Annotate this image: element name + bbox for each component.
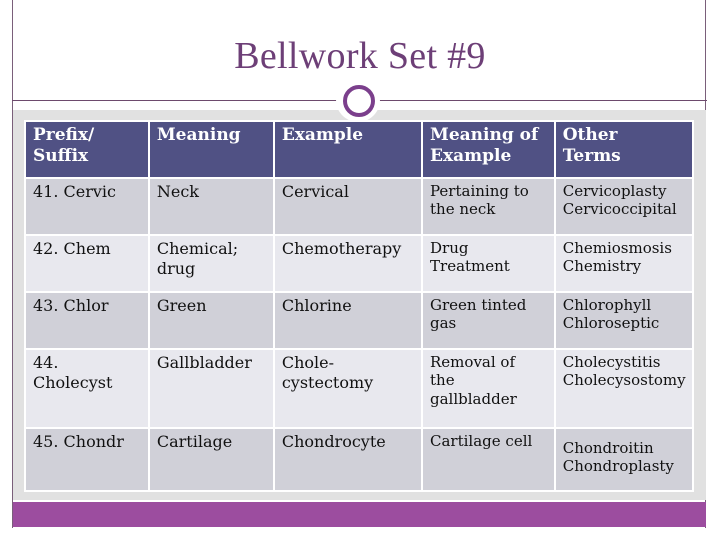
table-row: 41. Cervic Neck Cervical Pertaining to th… [24, 177, 695, 236]
cell-text-line: the neck [430, 200, 496, 219]
cell-meaning: Cartilage [147, 427, 275, 492]
cell-text-line: Cervicoplasty [562, 182, 667, 200]
cell-text-line: Chondrocyte [281, 432, 386, 451]
cell-text-line: the [430, 371, 455, 390]
cell-text-line: Cholecyst [33, 372, 113, 392]
cell-text-line: Chondroitin [562, 439, 654, 457]
cell-example: Chole-cystectomy [272, 348, 424, 429]
cell-text-line: Suffix [33, 145, 89, 166]
cell-text-line: Treatment [430, 257, 510, 276]
cell-example: Chlorine [272, 291, 424, 350]
cell-text-line: Chlorophyll [562, 296, 652, 314]
cell-meaning-of-example: Cartilage cell [421, 427, 556, 492]
cell-meaning: Neck [147, 177, 275, 236]
cell-text-line: Green tinted [430, 296, 527, 314]
cell-other-terms: Chlorophyll Chloroseptic [553, 291, 695, 350]
cell-text-line: Cholecystitis [562, 353, 661, 371]
cell-prefix: 42. Chem [24, 234, 150, 293]
table-row: 44. Cholecyst Gallbladder Chole-cystectom… [24, 348, 695, 429]
cell-text-line: Example [281, 125, 364, 145]
cell-meaning: Chemical; drug [147, 234, 275, 293]
cell-text-line: Drug [430, 239, 469, 257]
bellwork-table: Prefix/ Suffix Meaning Example Meaning o… [24, 120, 695, 492]
cell-text-line: Green [156, 296, 207, 315]
cell-text-line: Example [430, 145, 512, 166]
cell-text-line: 43. Chlor [33, 296, 109, 315]
cell-text-line: cystectomy [281, 372, 374, 392]
cell-text-line: gas [430, 314, 457, 333]
cell-meaning-of-example: Green tinted gas [421, 291, 556, 350]
header-prefix-suffix: Prefix/ Suffix [24, 120, 150, 179]
cell-text-line: Removal of [430, 353, 516, 371]
cell-other-terms: Chemiosmosis Chemistry [553, 234, 695, 293]
cell-meaning-of-example: Pertaining to the neck [421, 177, 556, 236]
header-meaning-of-example: Meaning of Example [421, 120, 556, 179]
cell-text-line: Chondroplasty [562, 457, 674, 476]
cell-text-line: Chemotherapy [281, 239, 402, 258]
cell-meaning-of-example: Drug Treatment [421, 234, 556, 293]
cell-text-line: Meaning of [430, 125, 539, 145]
cell-text-line: drug [156, 258, 196, 278]
cell-text-line: 44. [33, 353, 59, 372]
cell-text-line: Chole- [281, 353, 334, 372]
cell-prefix: 45. Chondr [24, 427, 150, 492]
footer-bar [13, 502, 706, 527]
cell-text-line: Other [562, 125, 618, 145]
table-header-row: Prefix/ Suffix Meaning Example Meaning o… [24, 120, 695, 179]
header-meaning: Meaning [147, 120, 275, 179]
cell-text-line: Cartilage cell [430, 432, 533, 450]
cell-text-line: Chemiosmosis [562, 239, 672, 257]
cell-text-line: 42. Chem [33, 239, 111, 258]
cell-prefix: 43. Chlor [24, 291, 150, 350]
cell-text-line: gallbladder [430, 389, 517, 408]
slide-title: Bellwork Set #9 [234, 35, 486, 77]
cell-text-line: Pertaining to [430, 182, 529, 200]
cell-prefix: 44. Cholecyst [24, 348, 150, 429]
cell-text-line: Meaning [156, 125, 241, 145]
header-example: Example [272, 120, 424, 179]
cell-text-line: Cervical [281, 182, 349, 201]
cell-text-line: Chemistry [562, 257, 642, 276]
cell-text-line: Gallbladder [156, 353, 252, 372]
cell-meaning: Gallbladder [147, 348, 275, 429]
table-row: 42. Chem Chemical; drug Chemotherapy Drug… [24, 234, 695, 293]
cell-meaning: Green [147, 291, 275, 350]
cell-other-terms: Cholecystitis Cholecysostomy [553, 348, 695, 429]
cell-text-line: Chlorine [281, 296, 352, 315]
cell-text-line: Cholecysostomy [562, 371, 686, 390]
cell-other-terms: Chondroitin Chondroplasty [553, 427, 695, 492]
cell-text-line: Cartilage [156, 432, 233, 451]
table-row: 45. Chondr Cartilage Chondrocyte Cartila… [24, 427, 695, 492]
cell-example: Cervical [272, 177, 424, 236]
cell-meaning-of-example: Removal of the gallbladder [421, 348, 556, 429]
cell-text-line: Terms [562, 145, 621, 166]
cell-other-terms: Cervicoplasty Cervicoccipital [553, 177, 695, 236]
cell-text-line: 41. Cervic [33, 182, 117, 201]
cell-prefix: 41. Cervic [24, 177, 150, 236]
cell-text-line: 45. Chondr [33, 432, 124, 451]
cell-text-line: Chemical; [156, 239, 239, 258]
table-row: 43. Chlor Green Chlorine Green tinted gas… [24, 291, 695, 350]
cell-text-line: Cervicoccipital [562, 200, 677, 219]
cell-example: Chondrocyte [272, 427, 424, 492]
cell-text-line: Neck [156, 182, 199, 201]
cell-example: Chemotherapy [272, 234, 424, 293]
circle-ornament-icon [340, 82, 376, 118]
cell-text-line: Prefix/ [33, 125, 95, 145]
header-other-terms: Other Terms [553, 120, 695, 179]
cell-text-line: Chloroseptic [562, 314, 660, 333]
